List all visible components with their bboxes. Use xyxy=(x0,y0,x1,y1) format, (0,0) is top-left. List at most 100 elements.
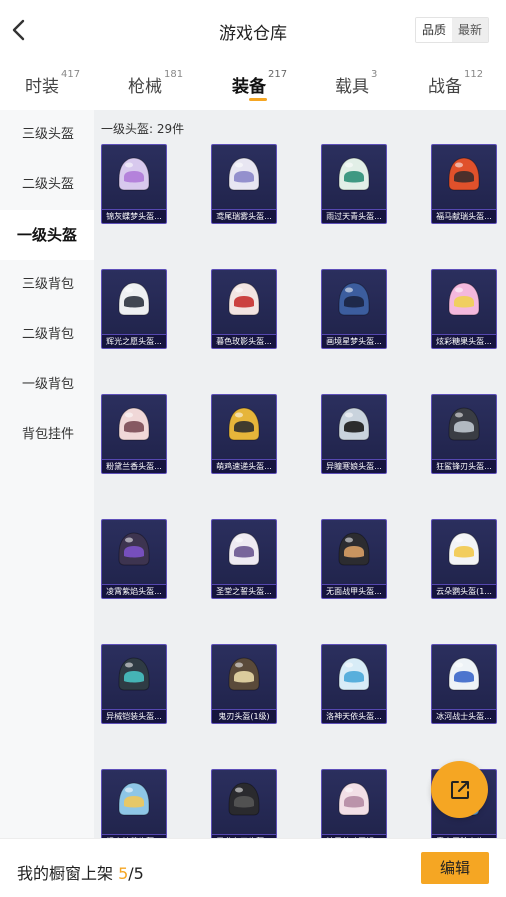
helmet-item-card[interactable]: 圣堂之誓头盔... xyxy=(211,519,277,599)
helmet-icon xyxy=(448,282,480,316)
sidebar-item-level2-backpack[interactable]: 二级背包 xyxy=(0,310,94,360)
helmet-item-name: 洛神天依头盔... xyxy=(322,709,386,723)
tab-vehicles[interactable]: 载具3 xyxy=(335,69,378,97)
showcase-status: 我的橱窗上架 5/5 xyxy=(17,860,144,884)
helmet-icon xyxy=(228,282,260,316)
tab-count: 217 xyxy=(268,69,288,81)
helmet-item-name: 福马献瑞头盔... xyxy=(432,209,496,223)
helmet-item-name: 暮色玫影头盔... xyxy=(212,334,276,348)
helmet-item-card[interactable]: 炫彩糖果头盔... xyxy=(431,269,497,349)
showcase-current: 5 xyxy=(118,864,129,883)
active-tab-indicator xyxy=(249,98,267,101)
helmet-icon xyxy=(448,657,480,691)
helmet-item-card[interactable]: 精灵梦叶罗娟... xyxy=(321,769,387,838)
helmet-icon xyxy=(118,782,150,816)
helmet-item-card[interactable]: 狂鲨锋刃头盔... xyxy=(431,394,497,474)
helmet-item-name: 冰河战士头盔... xyxy=(432,709,496,723)
sidebar-item-level3-backpack[interactable]: 三级背包 xyxy=(0,260,94,310)
helmet-item-card[interactable]: 福马献瑞头盔... xyxy=(431,144,497,224)
sidebar-item-level1-backpack[interactable]: 一级背包 xyxy=(0,360,94,410)
helmet-item-card[interactable]: 鬼刃头盔(1级) xyxy=(211,644,277,724)
sidebar-item-level3-helmet[interactable]: 三级头盔 xyxy=(0,110,94,160)
helmet-item-card[interactable]: 无面战甲头盔... xyxy=(321,519,387,599)
helmet-item-card[interactable]: 粉黛兰香头盔... xyxy=(101,394,167,474)
tab-label: 载具 xyxy=(335,77,369,97)
helmet-icon xyxy=(448,532,480,566)
sort-by-newest[interactable]: 最新 xyxy=(451,18,488,42)
helmet-item-name: 锦灰蝶梦头盔... xyxy=(102,209,166,223)
helmet-item-card[interactable]: 辉光之愿头盔... xyxy=(101,269,167,349)
helmet-icon xyxy=(338,657,370,691)
helmet-icon xyxy=(338,282,370,316)
helmet-item-name: 圣堂之誓头盔... xyxy=(212,584,276,598)
helmet-item-name: 云朵鹦头盔(1... xyxy=(432,584,496,598)
helmet-item-card[interactable]: 暮色玫影头盔... xyxy=(211,269,277,349)
item-grid-panel[interactable]: 一级头盔: 29件 锦灰蝶梦头盔... 鸢尾瑞雾头盔... 雨过天青头盔... 福马献… xyxy=(94,110,506,838)
footer-bar: 我的橱窗上架 5/5 编辑 xyxy=(0,838,506,897)
helmet-icon xyxy=(118,282,150,316)
helmet-item-card[interactable]: 锦灰蝶梦头盔... xyxy=(101,144,167,224)
category-tabs: 时装417 枪械181 装备217 载具3 战备112 xyxy=(0,60,506,110)
helmet-icon xyxy=(118,532,150,566)
sidebar: 三级头盔 二级头盔 一级头盔 三级背包 二级背包 一级背包 背包挂件 xyxy=(0,110,94,838)
helmet-item-card[interactable]: 绿真涟花头盔... xyxy=(101,769,167,838)
helmet-item-name: 鬼刃头盔(1级) xyxy=(212,709,276,723)
share-external-icon xyxy=(451,781,469,799)
header: 游戏仓库 品质 最新 xyxy=(0,0,506,60)
tab-costumes[interactable]: 时装417 xyxy=(25,69,80,97)
sort-by-quality[interactable]: 品质 xyxy=(415,18,452,42)
helmet-item-name: 炫彩糖果头盔... xyxy=(432,334,496,348)
tab-label: 时装 xyxy=(25,77,59,97)
helmet-icon xyxy=(118,657,150,691)
edit-button[interactable]: 编辑 xyxy=(421,852,489,884)
helmet-icon xyxy=(338,532,370,566)
helmet-item-card[interactable]: 异械铠装头盔... xyxy=(101,644,167,724)
helmet-icon xyxy=(118,407,150,441)
helmet-item-card[interactable]: 鸢尾瑞雾头盔... xyxy=(211,144,277,224)
share-button[interactable] xyxy=(431,761,488,818)
helmet-item-name: 异械铠装头盔... xyxy=(102,709,166,723)
helmet-item-name: 狂鲨锋刃头盔... xyxy=(432,459,496,473)
helmet-icon xyxy=(448,407,480,441)
tab-label: 战备 xyxy=(428,77,462,97)
helmet-icon xyxy=(228,157,260,191)
tab-count: 3 xyxy=(371,69,378,81)
helmet-item-card[interactable]: 云朵鹦头盔(1... xyxy=(431,519,497,599)
tab-label: 枪械 xyxy=(128,77,162,97)
helmet-icon xyxy=(338,782,370,816)
helmet-item-card[interactable]: 画境星梦头盔... xyxy=(321,269,387,349)
tab-equipment[interactable]: 装备217 xyxy=(232,69,288,97)
tab-supplies[interactable]: 战备112 xyxy=(428,69,484,97)
helmet-icon xyxy=(228,407,260,441)
helmet-item-card[interactable]: 雨过天青头盔... xyxy=(321,144,387,224)
helmet-item-name: 粉黛兰香头盔... xyxy=(102,459,166,473)
tab-count: 112 xyxy=(464,69,484,81)
tab-label: 装备 xyxy=(232,77,266,97)
helmet-item-card[interactable]: 墨龙九天头盔... xyxy=(211,769,277,838)
helmet-icon xyxy=(228,782,260,816)
helmet-item-name: 萌鸡速递头盔... xyxy=(212,459,276,473)
sidebar-item-level2-helmet[interactable]: 二级头盔 xyxy=(0,160,94,210)
helmet-icon xyxy=(228,657,260,691)
helmet-item-name: 鸢尾瑞雾头盔... xyxy=(212,209,276,223)
helmet-item-card[interactable]: 凌霄紫焰头盔... xyxy=(101,519,167,599)
helmet-item-name: 辉光之愿头盔... xyxy=(102,334,166,348)
helmet-icon xyxy=(118,157,150,191)
sort-toggle: 品质 最新 xyxy=(414,17,489,43)
showcase-label: 我的橱窗上架 xyxy=(17,864,119,883)
helmet-item-name: 异瞳寒娘头盔... xyxy=(322,459,386,473)
tab-count: 181 xyxy=(164,69,184,81)
helmet-item-name: 画境星梦头盔... xyxy=(322,334,386,348)
sidebar-item-level1-helmet[interactable]: 一级头盔 xyxy=(0,210,94,260)
helmet-icon xyxy=(338,407,370,441)
helmet-item-card[interactable]: 冰河战士头盔... xyxy=(431,644,497,724)
helmet-item-card[interactable]: 洛神天依头盔... xyxy=(321,644,387,724)
helmet-icon xyxy=(228,532,260,566)
tab-weapons[interactable]: 枪械181 xyxy=(128,69,184,97)
helmet-item-name: 无面战甲头盔... xyxy=(322,584,386,598)
section-label: 一级头盔: 29件 xyxy=(101,122,185,136)
showcase-total: 5 xyxy=(133,864,144,883)
sidebar-item-backpack-charm[interactable]: 背包挂件 xyxy=(0,410,94,460)
helmet-item-card[interactable]: 异瞳寒娘头盔... xyxy=(321,394,387,474)
helmet-item-card[interactable]: 萌鸡速递头盔... xyxy=(211,394,277,474)
